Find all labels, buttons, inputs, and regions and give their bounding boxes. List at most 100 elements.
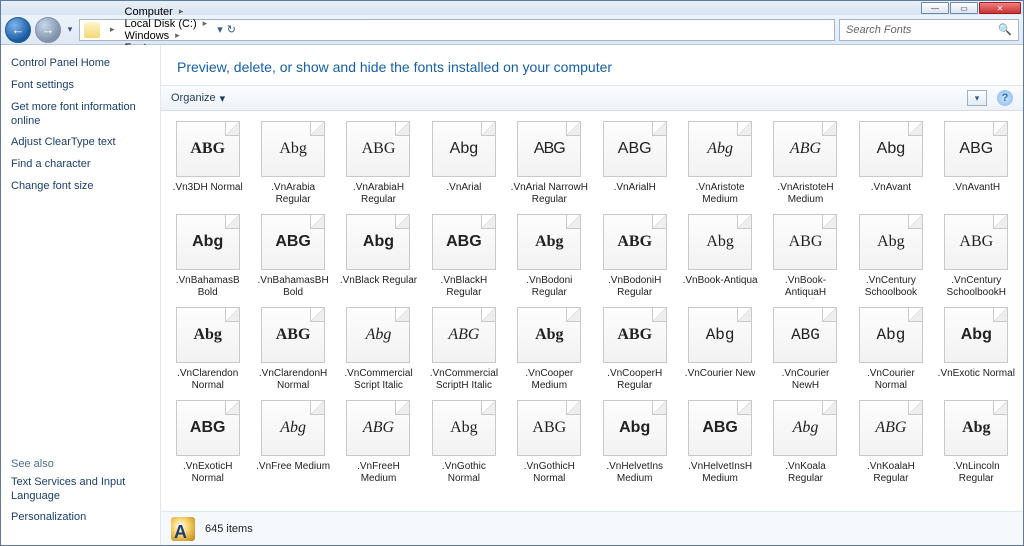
font-item[interactable]: Abg.VnCentury Schoolbook — [850, 210, 931, 299]
font-label: .VnArabiaH Regular — [340, 182, 417, 206]
breadcrumb-segment[interactable]: Computer▸ — [121, 6, 212, 18]
font-label: .VnArabia Regular — [254, 182, 331, 206]
organize-label: Organize — [171, 92, 216, 104]
font-label: .VnBlackH Regular — [425, 275, 502, 299]
font-item[interactable]: ABG.VnKoalaH Regular — [850, 396, 931, 485]
font-label: .VnBook-Antiqua — [683, 275, 758, 299]
status-bar: 645 items — [161, 511, 1023, 545]
font-item[interactable]: ABG .VnArabiaH Regular — [338, 117, 419, 206]
font-item[interactable]: Abg .VnGothic Normal — [423, 396, 504, 485]
font-item[interactable]: Abg.VnHelvetIns Medium — [594, 396, 675, 485]
font-item[interactable]: ABG .VnClarendonH Normal — [252, 303, 333, 392]
font-item[interactable]: Abg.VnExotic Normal — [936, 303, 1017, 392]
font-item[interactable]: Abg.VnBahamasB Bold — [167, 210, 248, 299]
font-item[interactable]: ABG.VnAristoteH Medium — [765, 117, 846, 206]
font-label: .VnCourier New — [685, 368, 756, 392]
search-icon: 🔍 — [998, 23, 1012, 36]
sidebar-link[interactable]: Font settings — [11, 79, 150, 93]
font-preview-glyph: ABG — [532, 419, 566, 437]
font-item[interactable]: Abg.VnCourier Normal — [850, 303, 931, 392]
font-item[interactable]: ABG.VnBook-AntiquaH Regular — [765, 210, 846, 299]
font-item[interactable]: Abg.VnBodoni Regular — [509, 210, 590, 299]
font-item[interactable]: Abg .VnArabia Regular — [252, 117, 333, 206]
font-item[interactable]: ABG.VnGothicH Normal — [509, 396, 590, 485]
sidebar-link[interactable]: Change font size — [11, 180, 150, 194]
font-item[interactable]: ABG.VnCentury SchoolbookH — [936, 210, 1017, 299]
font-item[interactable]: ABG.VnCommercial ScriptH Italic — [423, 303, 504, 392]
font-item[interactable]: ABG.VnFreeH Medium — [338, 396, 419, 485]
font-item[interactable]: ABG.VnCooperH Regular — [594, 303, 675, 392]
sidebar-seealso-link[interactable]: Personalization — [11, 511, 150, 525]
font-item[interactable]: Abg.VnCourier New — [679, 303, 760, 392]
help-icon[interactable]: ? — [997, 90, 1013, 106]
font-label: .VnExotic Normal — [938, 368, 1015, 392]
font-item[interactable]: ABG.VnCourier NewH — [765, 303, 846, 392]
addressbar-dropdown-icon[interactable]: ▾ — [217, 23, 223, 36]
control-panel-home-link[interactable]: Control Panel Home — [11, 57, 150, 69]
font-label: .VnBook-AntiquaH Regular — [767, 275, 844, 299]
font-item[interactable]: Abg.VnBook-Antiqua — [679, 210, 760, 299]
font-preview-glyph: Abg — [535, 326, 563, 344]
font-label: .VnHelvetInsH Medium — [681, 461, 758, 485]
font-item[interactable]: Abg.VnBlack Regular — [338, 210, 419, 299]
font-item[interactable]: ABG.Vn3DH Normal — [167, 117, 248, 206]
search-input[interactable]: Search Fonts 🔍 — [839, 19, 1019, 41]
sidebar-link[interactable]: Adjust ClearType text — [11, 136, 150, 150]
breadcrumb-root[interactable]: ▸ — [102, 20, 119, 40]
font-thumbnail: Abg — [346, 214, 410, 270]
font-item[interactable]: ABG.VnArial NarrowH Regular — [509, 117, 590, 206]
font-item[interactable]: ABG.VnHelvetInsH Medium — [679, 396, 760, 485]
sidebar-link[interactable]: Get more font information online — [11, 101, 150, 129]
font-thumbnail: ABG — [346, 121, 410, 177]
font-label: .VnClarendon Normal — [169, 368, 246, 392]
font-thumbnail: ABG — [603, 214, 667, 270]
font-thumbnail: ABG — [773, 121, 837, 177]
organize-button[interactable]: Organize ▾ — [171, 92, 225, 105]
font-item[interactable]: ABG .VnBlackH Regular — [423, 210, 504, 299]
font-label: .VnCentury SchoolbookH — [938, 275, 1015, 299]
font-item[interactable]: Abg.VnKoala Regular — [765, 396, 846, 485]
font-item[interactable]: Abg.VnAvant — [850, 117, 931, 206]
refresh-icon[interactable]: ↻ — [227, 23, 236, 36]
font-label: .VnClarendonH Normal — [254, 368, 331, 392]
font-item[interactable]: ABG.VnExoticH Normal — [167, 396, 248, 485]
font-item[interactable]: ABG.VnBahamasBH Bold — [252, 210, 333, 299]
font-thumbnail: Abg — [261, 121, 325, 177]
close-button[interactable]: ✕ — [979, 2, 1021, 14]
font-preview-glyph: Abg — [962, 419, 990, 437]
font-item[interactable]: Abg.VnLincoln Regular — [936, 396, 1017, 485]
font-thumbnail: ABG — [432, 307, 496, 363]
breadcrumb-segment[interactable]: Windows▸ — [121, 30, 212, 42]
font-thumbnail: Abg — [432, 121, 496, 177]
font-item[interactable]: ABG.VnBodoniH Regular — [594, 210, 675, 299]
address-bar[interactable]: ▸ Computer▸Local Disk (C:)▸Windows▸Fonts… — [79, 19, 835, 41]
font-item[interactable]: Abg.VnFree Medium — [252, 396, 333, 485]
font-item[interactable]: ABG.VnAvantH — [936, 117, 1017, 206]
font-item[interactable]: Abg.VnArial — [423, 117, 504, 206]
font-item[interactable]: ABG.VnArialH — [594, 117, 675, 206]
view-options-button[interactable]: ▾ — [967, 90, 987, 106]
minimize-button[interactable]: — — [921, 2, 949, 14]
sidebar-link[interactable]: Find a character — [11, 158, 150, 172]
font-thumbnail: Abg — [688, 121, 752, 177]
sidebar-seealso-link[interactable]: Text Services and Input Language — [11, 476, 150, 504]
maximize-button[interactable]: ▭ — [950, 2, 978, 14]
font-item[interactable]: Abg.VnAristote Medium — [679, 117, 760, 206]
nav-history-dropdown[interactable]: ▾ — [65, 24, 75, 35]
font-item[interactable]: Abg.VnCommercial Script Italic — [338, 303, 419, 392]
forward-button[interactable]: → — [35, 17, 61, 43]
breadcrumb-segment[interactable]: Local Disk (C:)▸ — [121, 18, 212, 30]
font-preview-glyph: Abg — [450, 419, 478, 437]
font-preview-glyph: Abg — [280, 419, 306, 437]
font-label: .VnCentury Schoolbook — [852, 275, 929, 299]
font-item[interactable]: Abg.VnClarendon Normal — [167, 303, 248, 392]
font-label: .VnCommercial Script Italic — [340, 368, 417, 392]
toolbar: Organize ▾ ▾ ? — [161, 85, 1023, 111]
font-thumbnail: ABG — [517, 400, 581, 456]
font-preview-glyph: ABG — [276, 326, 311, 344]
font-preview-glyph: ABG — [275, 233, 311, 251]
font-thumbnail: ABG — [432, 214, 496, 270]
back-button[interactable]: ← — [5, 17, 31, 43]
font-label: .VnGothic Normal — [425, 461, 502, 485]
font-item[interactable]: Abg.VnCooper Medium — [509, 303, 590, 392]
